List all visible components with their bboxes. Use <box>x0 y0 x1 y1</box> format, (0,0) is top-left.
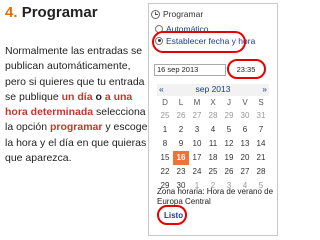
weekday-header: L <box>178 98 184 107</box>
calendar-day[interactable]: 15 <box>157 151 173 165</box>
calendar-day[interactable]: 8 <box>157 137 173 151</box>
calendar-day[interactable]: 30 <box>237 109 253 123</box>
calendar-day[interactable]: 5 <box>221 123 237 137</box>
calendar-day[interactable]: 24 <box>189 165 205 179</box>
calendar-day[interactable]: 25 <box>205 165 221 179</box>
calendar-day[interactable]: 13 <box>237 137 253 151</box>
slide-title: 4. Programar <box>5 4 98 21</box>
calendar-day[interactable]: 27 <box>189 109 205 123</box>
calendar-day[interactable]: 28 <box>253 165 269 179</box>
calendar: « sep 2013 » D L M X J V S 25 26 27 28 29 30 31 1 2 3 4 5 6… <box>157 84 269 193</box>
calendar-day[interactable]: 14 <box>253 137 269 151</box>
calendar-day[interactable]: 2 <box>173 123 189 137</box>
next-month-button[interactable]: » <box>262 84 267 94</box>
timezone-text: Zona horaria: Hora de verano de Europa C… <box>157 187 274 206</box>
schedule-header-label: Programar <box>163 9 204 19</box>
calendar-day[interactable]: 18 <box>205 151 221 165</box>
calendar-day[interactable]: 19 <box>221 151 237 165</box>
calendar-day[interactable]: 28 <box>205 109 221 123</box>
calendar-day[interactable]: 31 <box>253 109 269 123</box>
calendar-day[interactable]: 20 <box>237 151 253 165</box>
calendar-day[interactable]: 4 <box>205 123 221 137</box>
calendar-header: « sep 2013 » <box>157 84 269 96</box>
calendar-day[interactable]: 11 <box>205 137 221 151</box>
calendar-day[interactable]: 7 <box>253 123 269 137</box>
weekday-header: D <box>162 98 168 107</box>
calendar-day[interactable]: 26 <box>221 165 237 179</box>
date-field[interactable]: 16 sep 2013 <box>154 64 226 76</box>
calendar-grid: D L M X J V S 25 26 27 28 29 30 31 1 2 3 4 5 6 7 8 9 10 11 12 13 14… <box>157 96 269 193</box>
schedule-header[interactable]: Programar <box>151 7 203 21</box>
slide-title-text: Programar <box>21 4 98 21</box>
calendar-day[interactable]: 10 <box>189 137 205 151</box>
calendar-day-selected[interactable]: 16 <box>173 151 189 165</box>
slide-body-text: Normalmente las entradas se publican aut… <box>5 44 153 166</box>
calendar-day[interactable]: 1 <box>157 123 173 137</box>
calendar-day[interactable]: 22 <box>157 165 173 179</box>
calendar-day[interactable]: 27 <box>237 165 253 179</box>
calendar-day[interactable]: 26 <box>173 109 189 123</box>
calendar-day[interactable]: 25 <box>157 109 173 123</box>
weekday-header: V <box>242 98 248 107</box>
body-run: programar <box>49 121 103 134</box>
calendar-day[interactable]: 17 <box>189 151 205 165</box>
slide-number: 4. <box>5 4 18 21</box>
schedule-panel: Programar Automático Establecer fecha y … <box>148 3 278 236</box>
calendar-day[interactable]: 12 <box>221 137 237 151</box>
weekday-header: S <box>258 98 264 107</box>
body-run: un día <box>61 90 93 103</box>
calendar-day[interactable]: 6 <box>237 123 253 137</box>
clock-icon <box>151 9 160 19</box>
highlight-ring-options <box>152 31 246 53</box>
body-run: o <box>92 90 105 103</box>
calendar-day[interactable]: 23 <box>173 165 189 179</box>
weekday-header: J <box>227 98 231 107</box>
weekday-header: X <box>210 98 216 107</box>
calendar-month-label: sep 2013 <box>195 84 231 94</box>
highlight-ring-time <box>227 59 266 79</box>
highlight-ring-done <box>157 205 187 225</box>
calendar-day[interactable]: 9 <box>173 137 189 151</box>
weekday-header: M <box>193 98 201 107</box>
calendar-day[interactable]: 3 <box>189 123 205 137</box>
calendar-day[interactable]: 21 <box>253 151 269 165</box>
calendar-day[interactable]: 29 <box>221 109 237 123</box>
